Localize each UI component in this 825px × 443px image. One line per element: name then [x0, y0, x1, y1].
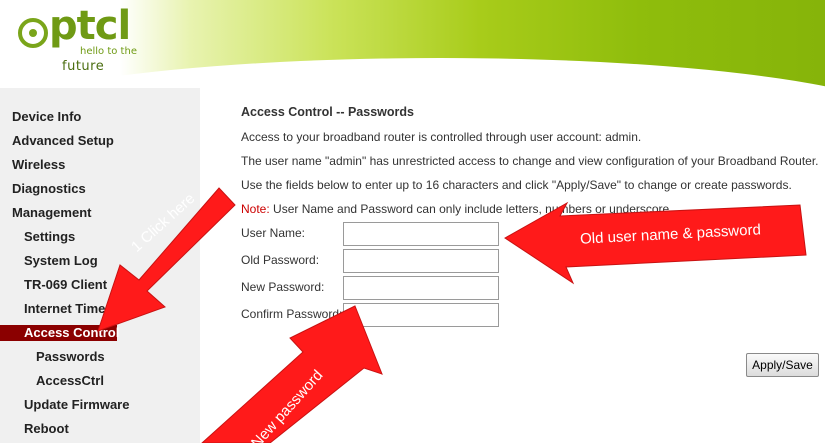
username-row: User Name: — [241, 222, 501, 246]
sidebar-item-settings[interactable]: Settings — [0, 225, 200, 249]
sidebar-item-system-log[interactable]: System Log — [0, 249, 200, 273]
old-password-row: Old Password: — [241, 249, 501, 273]
logo-tagline-future: future — [62, 59, 105, 74]
sidebar-item-accessctrl[interactable]: AccessCtrl — [0, 369, 200, 393]
header-banner: ptcl hello to the future — [0, 0, 825, 88]
username-input[interactable] — [343, 222, 499, 246]
logo-ring-icon — [18, 18, 48, 48]
sidebar-item-internet-time[interactable]: Internet Time — [0, 297, 200, 321]
sidebar-item-tr069-client[interactable]: TR-069 Client — [0, 273, 200, 297]
username-label: User Name: — [241, 226, 306, 240]
apply-save-button[interactable]: Apply/Save — [746, 353, 819, 377]
sidebar-item-passwords[interactable]: Passwords — [0, 345, 200, 369]
logo-word: ptcl — [49, 3, 131, 49]
sidebar-item-reboot[interactable]: Reboot — [0, 417, 200, 441]
confirm-password-input[interactable] — [343, 303, 499, 327]
sidebar-item-diagnostics[interactable]: Diagnostics — [0, 177, 200, 201]
sidebar-item-device-info[interactable]: Device Info — [0, 105, 200, 129]
sidebar-item-wireless[interactable]: Wireless — [0, 153, 200, 177]
sidebar-item-advanced-setup[interactable]: Advanced Setup — [0, 129, 200, 153]
main-content: Access Control -- Passwords Access to yo… — [241, 88, 825, 443]
ptcl-logo: ptcl hello to the future — [18, 3, 148, 80]
page-title: Access Control -- Passwords — [241, 105, 414, 119]
instructions-text: Use the fields below to enter up to 16 c… — [241, 178, 792, 192]
new-password-row: New Password: — [241, 276, 501, 300]
old-password-label: Old Password: — [241, 253, 320, 267]
sidebar-nav: Device Info Advanced Setup Wireless Diag… — [0, 88, 200, 443]
sidebar-item-access-control[interactable]: Access Control — [0, 325, 119, 341]
sidebar-item-update-firmware[interactable]: Update Firmware — [0, 393, 200, 417]
confirm-password-label: Confirm Password: — [241, 307, 343, 321]
note-label: Note: — [241, 202, 270, 216]
note-body: User Name and Password can only include … — [269, 202, 673, 216]
logo-tagline: hello to the — [80, 46, 137, 57]
confirm-password-row: Confirm Password: — [241, 303, 501, 327]
admin-info-text: The user name "admin" has unrestricted a… — [241, 154, 819, 168]
intro-text: Access to your broadband router is contr… — [241, 130, 642, 144]
new-password-label: New Password: — [241, 280, 325, 294]
old-password-input[interactable] — [343, 249, 499, 273]
note-text: Note: User Name and Password can only in… — [241, 202, 673, 216]
new-password-input[interactable] — [343, 276, 499, 300]
